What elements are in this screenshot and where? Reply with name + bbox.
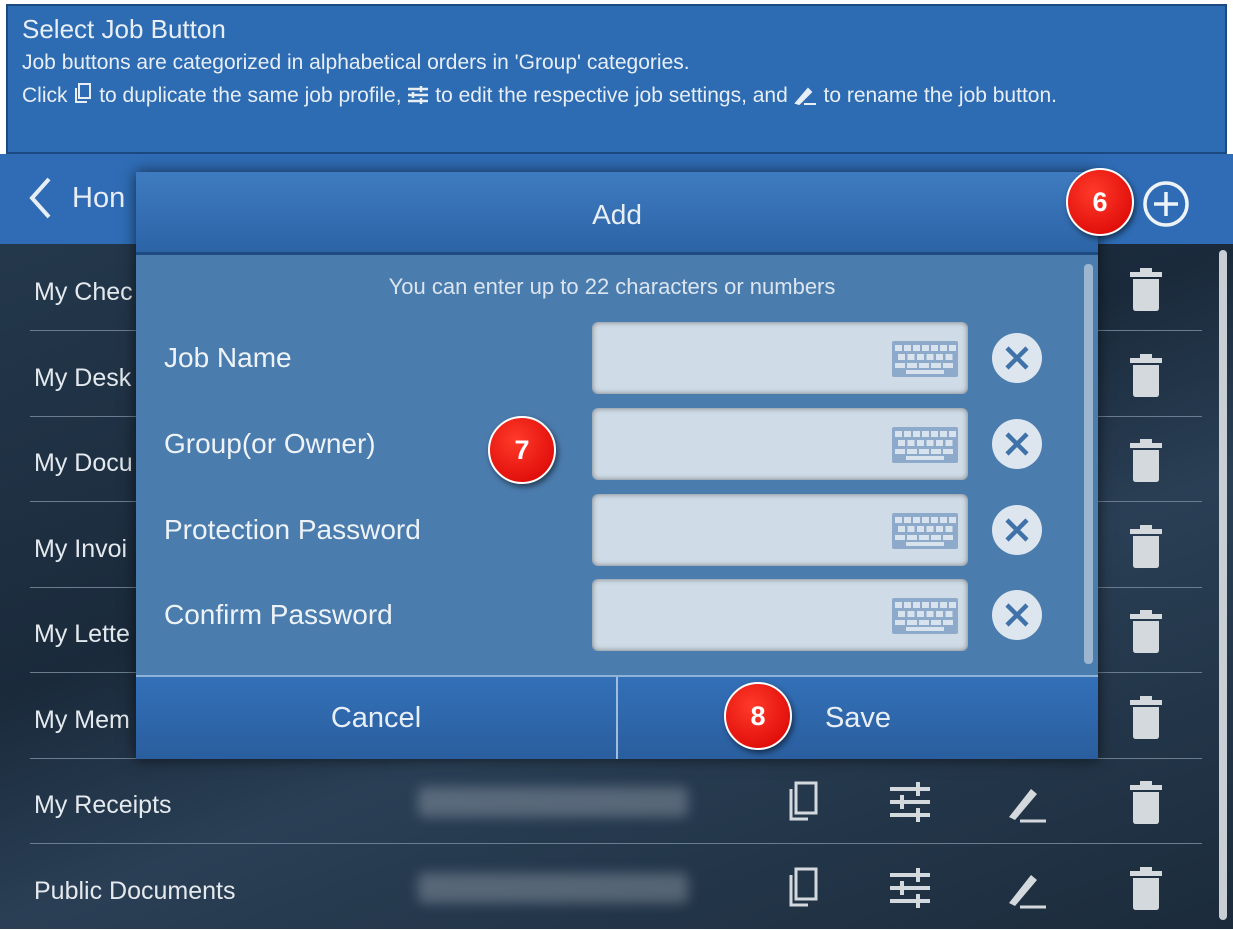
text-input[interactable]: [592, 494, 968, 566]
dialog-title: Add: [136, 172, 1098, 255]
group-name-blurred: [418, 872, 688, 903]
job-row[interactable]: Public Documents: [30, 845, 1202, 930]
job-name: My Desk: [34, 363, 132, 392]
job-name: My Lette: [34, 620, 130, 648]
duplicate-icon[interactable]: [784, 779, 824, 825]
callout-badge-8: 8: [724, 682, 792, 750]
duplicate-icon[interactable]: [784, 865, 824, 911]
trash-icon[interactable]: [1126, 352, 1166, 398]
text: to duplicate the same job profile,: [99, 84, 402, 107]
field-label: Job Name: [164, 342, 292, 373]
job-name: My Docu: [34, 449, 133, 477]
pencil-icon[interactable]: [1006, 779, 1046, 825]
text: to rename the job button.: [823, 84, 1057, 107]
clear-x-icon[interactable]: [992, 590, 1042, 640]
trash-icon[interactable]: [1126, 266, 1166, 312]
text-input[interactable]: [592, 408, 968, 480]
clear-x-icon[interactable]: [992, 333, 1042, 383]
dialog-hint: You can enter up to 22 characters or num…: [388, 274, 836, 299]
field-label: Protection Password: [164, 514, 421, 545]
job-name: My Chec: [34, 278, 133, 306]
add-dialog: Add You can enter up to 22 characters or…: [136, 172, 1098, 759]
add-plus-circle-icon[interactable]: [1142, 180, 1190, 228]
trash-icon[interactable]: [1126, 523, 1166, 569]
duplicate-icon: [75, 83, 92, 103]
list-scrollbar[interactable]: [1219, 250, 1227, 920]
pencil-icon[interactable]: [1006, 865, 1046, 911]
home-back-button[interactable]: Hon: [28, 176, 125, 220]
settings-sliders-icon[interactable]: [890, 865, 930, 911]
clear-x-icon[interactable]: [992, 419, 1042, 469]
job-name: Public Documents: [34, 876, 236, 905]
callout-badge-6: 6: [1066, 168, 1134, 236]
text: Click: [22, 84, 68, 107]
clear-x-icon[interactable]: [992, 505, 1042, 555]
back-label: Hon: [72, 181, 126, 214]
keyboard-icon[interactable]: [892, 341, 958, 377]
text: to edit the respective job settings, and: [435, 84, 788, 107]
job-name: My Invoi: [34, 534, 128, 563]
text-input[interactable]: [592, 579, 968, 651]
keyboard-icon[interactable]: [892, 598, 958, 634]
pencil-icon: [793, 87, 816, 105]
panel-text-2: Click to duplicate the same job profile,…: [22, 79, 1211, 112]
text-input[interactable]: [592, 322, 968, 394]
cancel-button[interactable]: Cancel: [136, 677, 618, 759]
trash-icon[interactable]: [1126, 437, 1166, 483]
settings-sliders-icon: [408, 86, 429, 104]
keyboard-icon[interactable]: [892, 427, 958, 463]
trash-icon[interactable]: [1126, 694, 1166, 740]
trash-icon[interactable]: [1126, 608, 1166, 654]
trash-icon[interactable]: [1126, 779, 1166, 825]
save-button[interactable]: Save: [618, 677, 1098, 759]
instruction-panel: Select Job Button Job buttons are catego…: [6, 4, 1227, 154]
chevron-left-icon: [29, 177, 51, 219]
dialog-scrollbar[interactable]: [1084, 264, 1093, 664]
field-label: Group(or Owner): [164, 428, 376, 459]
job-row[interactable]: My Receipts: [30, 759, 1202, 844]
job-name: My Receipts: [34, 791, 172, 819]
panel-text-1: Job buttons are categorized in alphabeti…: [22, 51, 690, 74]
panel-title: Select Job Button: [22, 14, 226, 44]
callout-badge-7: 7: [488, 416, 556, 484]
settings-sliders-icon[interactable]: [890, 779, 930, 825]
field-label: Confirm Password: [164, 599, 393, 630]
keyboard-icon[interactable]: [892, 513, 958, 549]
group-name-blurred: [418, 787, 688, 817]
trash-icon[interactable]: [1126, 865, 1166, 911]
job-name: My Mem: [34, 705, 130, 734]
